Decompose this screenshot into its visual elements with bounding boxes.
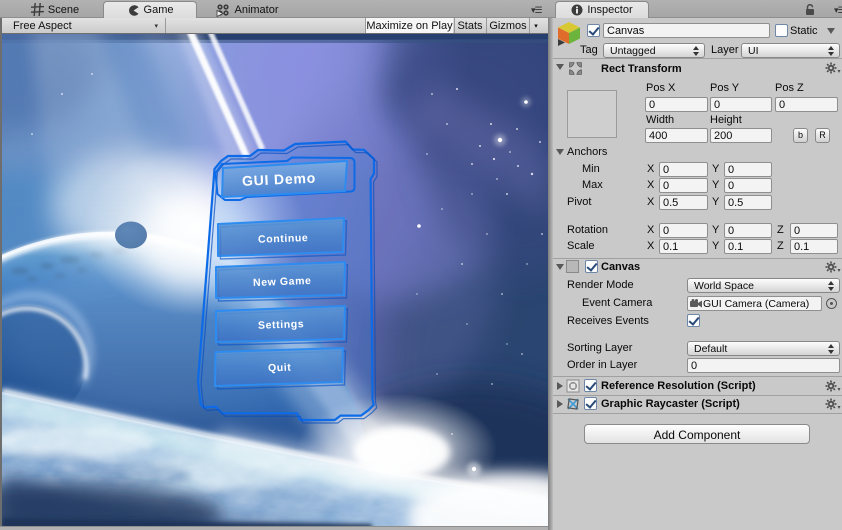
- svg-text:Quit: Quit: [268, 362, 292, 375]
- svg-text:Continue: Continue: [258, 232, 309, 246]
- svg-text:GUI Demo: GUI Demo: [242, 170, 317, 189]
- svg-text:New Game: New Game: [253, 275, 312, 289]
- svg-text:Settings: Settings: [258, 318, 305, 332]
